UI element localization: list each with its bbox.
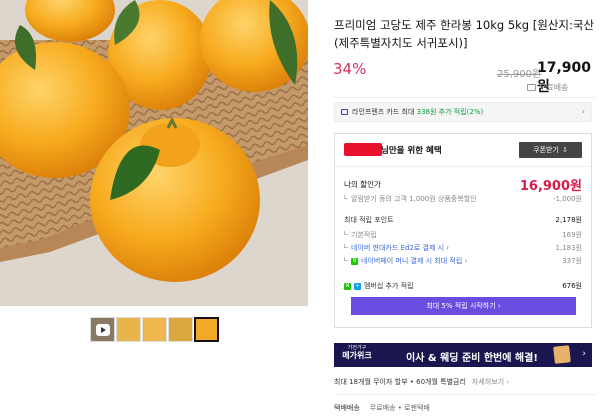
play-icon	[96, 324, 110, 336]
gift-box-icon	[553, 345, 571, 364]
thumbnail-image-selected[interactable]	[194, 317, 219, 342]
membership-label: 멤버십 추가 적립	[364, 282, 414, 290]
download-icon: ⇩	[561, 146, 568, 154]
tree-line	[344, 195, 348, 199]
benefit-title: 님만을 위한 혜택	[381, 146, 442, 156]
tree-line	[344, 244, 348, 248]
chevron-right-icon: ›	[582, 349, 586, 359]
shipping-label: 무료배송	[539, 83, 569, 92]
coupon-button-label: 쿠폰받기	[533, 146, 559, 154]
my-price-label: 나의 할인가	[344, 180, 381, 189]
card-banner-text: 라인프렌즈 카드 최대 338원 추가 적립(2%)	[352, 107, 483, 117]
points-card-label: 네이버 현대카드 Ed2로 결제 시 ›	[351, 244, 450, 252]
points-naverpay-link[interactable]: N 네이버페이 머니 결제 시 최대 적립 ›	[344, 256, 467, 266]
points-naverpay-label: 네이버페이 머니 결제 시 최대 적립 ›	[361, 257, 468, 265]
divider	[335, 166, 591, 167]
promo-tag: 가전가구 메가위크	[342, 345, 372, 365]
card-icon	[341, 109, 348, 115]
chevron-right-icon: ›	[581, 107, 585, 116]
product-title: 프리미엄 고당도 제주 한라봉 10kg 5kg [원산지:국산(제주특별자치도…	[334, 18, 595, 50]
max-points-label: 최대 적립 포인트	[344, 216, 394, 224]
coupon-download-button[interactable]: 쿠폰받기 ⇩	[519, 142, 582, 158]
thumbnail-image[interactable]	[116, 317, 141, 342]
original-price: 25,900원	[497, 69, 542, 80]
max-points: 2,178원	[555, 216, 582, 224]
delivery-label: 택배배송	[334, 404, 360, 412]
tree-line	[344, 257, 348, 261]
image-thumbnails	[90, 317, 219, 342]
delivery-value: 무료배송 • 로젠택배	[369, 404, 430, 412]
benefit-panel: 님만을 위한 혜택 쿠폰받기 ⇩ 나의 할인가 16,900원 알림받기 동의 …	[334, 133, 592, 328]
thumbnail-image[interactable]	[168, 317, 193, 342]
card-benefit-banner[interactable]: 라인프렌즈 카드 최대 338원 추가 적립(2%) ›	[334, 102, 592, 122]
discount-rate: 34%	[333, 60, 367, 78]
coupon-discount: -1,000원	[552, 195, 582, 203]
membership-row: N + 멤버십 추가 적립	[344, 281, 414, 291]
promo-tag-main: 메가위크	[342, 351, 372, 360]
installment-info: 최대 18개월 무이자 할부 • 60개월 특별금리 자세히보기 ›	[334, 377, 509, 387]
installment-text: 최대 18개월 무이자 할부 • 60개월 특별금리	[334, 378, 466, 386]
coupon-note: 알림받기 동의 고객 1,000원 상품중복할인	[344, 194, 477, 204]
truck-icon	[527, 84, 536, 91]
redacted-username	[344, 143, 382, 156]
card-banner-highlight: 338원 추가 적립(2%)	[416, 108, 484, 116]
points-basic-value: 169원	[562, 231, 582, 239]
tree-line	[344, 231, 348, 235]
points-basic-label: 기본적립	[351, 231, 377, 239]
points-card-value: 1,183원	[555, 244, 582, 252]
points-card-link[interactable]: 네이버 현대카드 Ed2로 결제 시 ›	[344, 243, 449, 253]
thumbnail-image[interactable]	[142, 317, 167, 342]
points-naverpay-value: 337원	[562, 257, 582, 265]
product-page: { "product": { "title": "프리미엄 고당도 제주 한라봉…	[0, 0, 600, 419]
card-banner-prefix: 라인프렌즈 카드 최대	[352, 108, 417, 116]
membership-join-button[interactable]: 최대 5% 적립 시작하기 ›	[351, 297, 576, 315]
delivery-info: 택배배송 무료배송 • 로젠택배	[334, 403, 430, 413]
membership-value: 676원	[562, 282, 582, 290]
product-main-image[interactable]	[0, 0, 308, 306]
coupon-note-text: 알림받기 동의 고객 1,000원 상품중복할인	[351, 195, 477, 203]
promo-message: 이사 & 웨딩 준비 한번에 해결!	[406, 353, 538, 364]
naver-n-icon: N	[344, 282, 351, 290]
plus-icon: +	[354, 282, 361, 290]
shipping-info: 무료배송	[527, 82, 568, 93]
naverpay-icon: N	[351, 257, 358, 265]
my-price: 16,900원	[519, 179, 582, 194]
points-basic: 기본적립	[344, 230, 377, 240]
promo-banner[interactable]: 가전가구 메가위크 이사 & 웨딩 준비 한번에 해결! ›	[334, 343, 592, 367]
installment-more-link[interactable]: 자세히보기 ›	[472, 378, 509, 386]
divider	[334, 97, 596, 98]
divider	[334, 394, 596, 395]
thumbnail-video[interactable]	[90, 317, 115, 342]
